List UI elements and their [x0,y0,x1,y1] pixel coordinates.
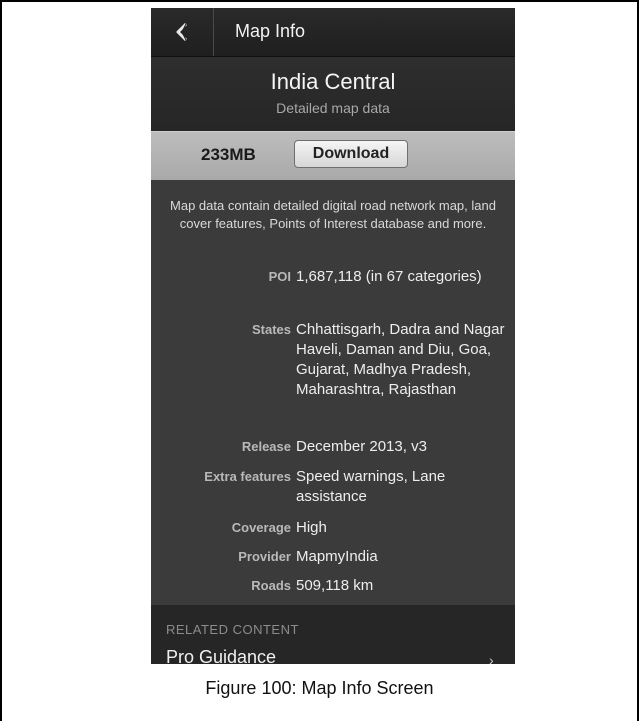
detail-key: Roads [251,578,291,593]
detail-value: MapmyIndia [296,548,378,565]
screen-title: Map Info [235,21,306,41]
detail-key: Release [241,439,291,454]
figure-caption: Figure 100: Map Info Screen [205,678,434,698]
download-button[interactable]: Download [294,140,408,168]
detail-value: December 2013, v3 [296,438,427,455]
back-button[interactable] [151,8,214,56]
map-details: Map data contain detailed digital road n… [151,180,515,605]
detail-key: States [251,322,291,337]
detail-value: High [296,519,327,536]
top-bar: Map Info [151,8,515,57]
related-item-pro-guidance[interactable]: Pro Guidance [166,647,276,664]
detail-value: 509,118 km [296,577,374,594]
detail-value: Speed warnings, Lane assistance [296,468,446,505]
detail-key: Coverage [231,520,291,535]
related-content-title: RELATED CONTENT [166,622,299,637]
chevron-right-icon: › [489,652,494,664]
map-name: India Central [270,69,396,94]
detail-key: Provider [238,549,291,564]
back-chevron-icon [176,22,188,42]
download-strip: 233MB Download [151,131,515,181]
detail-value: 1,687,118 (in 67 categories) [296,268,482,285]
detail-key: Extra features [204,469,291,484]
phone-screen: Map Info India Central Detailed map data… [151,8,515,664]
related-content: RELATED CONTENT Pro Guidance › [151,605,515,664]
detail-value: Chhattisgarh, Dadra and Nagar Haveli, Da… [296,321,505,398]
map-size: 233MB [201,145,256,164]
map-subtitle: Detailed map data [276,100,390,116]
detail-key: POI [268,269,291,284]
map-header: India Central Detailed map data [151,57,515,131]
map-description: Map data contain detailed digital road n… [170,198,496,231]
